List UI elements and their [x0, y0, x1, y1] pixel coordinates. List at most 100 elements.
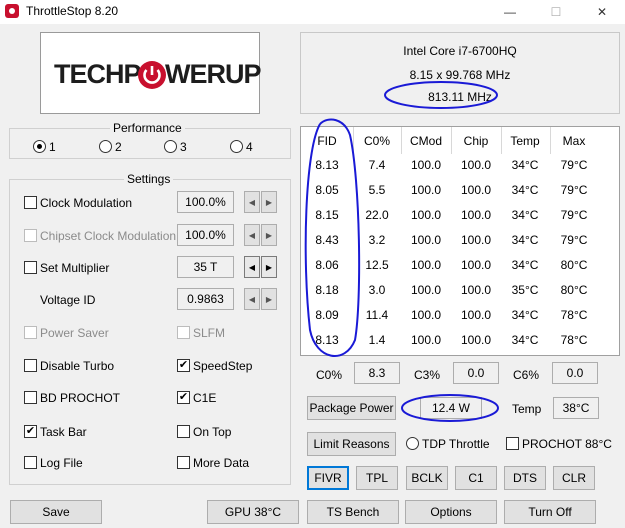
tdp-throttle-label: TDP Throttle — [422, 437, 490, 451]
arrow-right-icon: ▶ — [265, 197, 273, 207]
table-cell: 35°C — [511, 283, 539, 297]
table-cell: 100.0 — [460, 183, 492, 197]
table-cell: 100.0 — [460, 208, 492, 222]
arrow-left-icon: ◀ — [248, 262, 256, 272]
table-header-temp: Temp — [510, 134, 540, 148]
clock-modulation-increase[interactable]: ▶ — [261, 191, 277, 213]
c1e-checkbox[interactable]: ✔ — [177, 391, 190, 404]
dts-button[interactable]: DTS — [504, 466, 546, 490]
table-cell: 80°C — [560, 258, 588, 272]
table-cell: 100.0 — [460, 333, 492, 347]
table-header-fid: FID — [317, 134, 337, 148]
more-data-label: More Data — [193, 456, 250, 470]
table-cell: 3.2 — [368, 233, 386, 247]
table-cell: 34°C — [511, 258, 539, 272]
task-bar-checkbox[interactable]: ✔ — [24, 425, 37, 438]
package-power-value: 12.4 W — [420, 397, 482, 419]
c6-value: 0.0 — [552, 362, 598, 384]
clr-button[interactable]: CLR — [553, 466, 595, 490]
chipset-clock-modulation-increase[interactable]: ▶ — [261, 224, 277, 246]
on-top-checkbox[interactable] — [177, 425, 190, 438]
checkmark-icon: ✔ — [178, 359, 189, 371]
arrow-right-icon: ▶ — [265, 230, 273, 240]
set-multiplier-increase[interactable]: ▶ — [261, 256, 277, 278]
title-bar: ThrottleStop 8.20 — ☐ ✕ — [0, 0, 625, 24]
checkmark-icon: ✔ — [178, 391, 189, 403]
chipset-clock-modulation-checkbox[interactable] — [24, 229, 37, 242]
table-cell: 100.0 — [410, 158, 442, 172]
prochot-label: PROCHOT 88°C — [522, 437, 612, 451]
voltage-id-value: 0.9863 — [177, 288, 234, 310]
set-multiplier-value: 35 T — [177, 256, 234, 278]
voltage-id-increase[interactable]: ▶ — [261, 288, 277, 310]
table-cell: 5.5 — [368, 183, 386, 197]
maximize-button[interactable]: ☐ — [533, 0, 579, 24]
tpl-button[interactable]: TPL — [356, 466, 398, 490]
more-data-checkbox[interactable] — [177, 456, 190, 469]
fivr-button[interactable]: FIVR — [307, 466, 349, 490]
table-cell: 22.0 — [365, 208, 389, 222]
techpowerup-logo[interactable]: TECHP WERUP — [40, 32, 261, 114]
save-button[interactable]: Save — [10, 500, 102, 524]
prochot-checkbox[interactable] — [506, 437, 519, 450]
disable-turbo-label: Disable Turbo — [40, 359, 115, 373]
c1-button[interactable]: C1 — [455, 466, 497, 490]
slfm-checkbox[interactable] — [177, 326, 190, 339]
disable-turbo-checkbox[interactable] — [24, 359, 37, 372]
table-cell: 12.5 — [365, 258, 389, 272]
limit-reasons-button[interactable]: Limit Reasons — [307, 432, 396, 456]
voltage-id-decrease[interactable]: ◀ — [244, 288, 260, 310]
performance-label-2: 2 — [115, 140, 122, 154]
table-cell: 100.0 — [410, 183, 442, 197]
chipset-clock-modulation-decrease[interactable]: ◀ — [244, 224, 260, 246]
package-temp-label: Temp — [512, 402, 542, 416]
table-cell: 100.0 — [460, 283, 492, 297]
c3-value: 0.0 — [453, 362, 499, 384]
arrow-left-icon: ◀ — [248, 197, 256, 207]
tdp-throttle-indicator — [406, 437, 419, 450]
close-button[interactable]: ✕ — [579, 0, 625, 24]
table-cell: 100.0 — [460, 258, 492, 272]
table-cell: 8.06 — [315, 258, 339, 272]
performance-radio-1[interactable] — [33, 140, 46, 153]
performance-radio-2[interactable] — [99, 140, 112, 153]
speedstep-checkbox[interactable]: ✔ — [177, 359, 190, 372]
clock-modulation-value: 100.0% — [177, 191, 234, 213]
power-saver-checkbox[interactable] — [24, 326, 37, 339]
set-multiplier-label: Set Multiplier — [40, 261, 110, 275]
minimize-button[interactable]: — — [487, 0, 533, 24]
c3-label: C3% — [414, 368, 441, 382]
ts-bench-button[interactable]: TS Bench — [307, 500, 399, 524]
window-title: ThrottleStop 8.20 — [26, 4, 119, 18]
table-cell: 34°C — [511, 183, 539, 197]
set-multiplier-decrease[interactable]: ◀ — [244, 256, 260, 278]
set-multiplier-checkbox[interactable] — [24, 261, 37, 274]
c0-value: 8.3 — [354, 362, 400, 384]
bclk-button[interactable]: BCLK — [406, 466, 448, 490]
c6-label: C6% — [513, 368, 540, 382]
bd-prochot-checkbox[interactable] — [24, 391, 37, 404]
app-icon — [5, 4, 19, 18]
performance-label-3: 3 — [180, 140, 187, 154]
arrow-right-icon: ▶ — [265, 262, 273, 272]
performance-title: Performance — [110, 121, 185, 135]
options-button[interactable]: Options — [405, 500, 497, 524]
gpu-button[interactable]: GPU 38°C — [207, 500, 299, 524]
performance-radio-4[interactable] — [230, 140, 243, 153]
clock-modulation-checkbox[interactable] — [24, 196, 37, 209]
table-cell: 8.43 — [315, 233, 339, 247]
turn-off-button[interactable]: Turn Off — [504, 500, 596, 524]
table-cell: 79°C — [560, 183, 588, 197]
table-header-c0-pct: C0% — [363, 134, 390, 148]
performance-radio-3[interactable] — [164, 140, 177, 153]
package-power-button[interactable]: Package Power — [307, 396, 396, 420]
clock-modulation-decrease[interactable]: ◀ — [244, 191, 260, 213]
close-icon: ✕ — [596, 5, 608, 19]
log-file-checkbox[interactable] — [24, 456, 37, 469]
table-cell: 78°C — [560, 308, 588, 322]
slfm-label: SLFM — [193, 326, 226, 340]
performance-label-4: 4 — [246, 140, 253, 154]
table-cell: 79°C — [560, 158, 588, 172]
arrow-right-icon: ▶ — [265, 294, 273, 304]
performance-label-1: 1 — [49, 140, 56, 154]
